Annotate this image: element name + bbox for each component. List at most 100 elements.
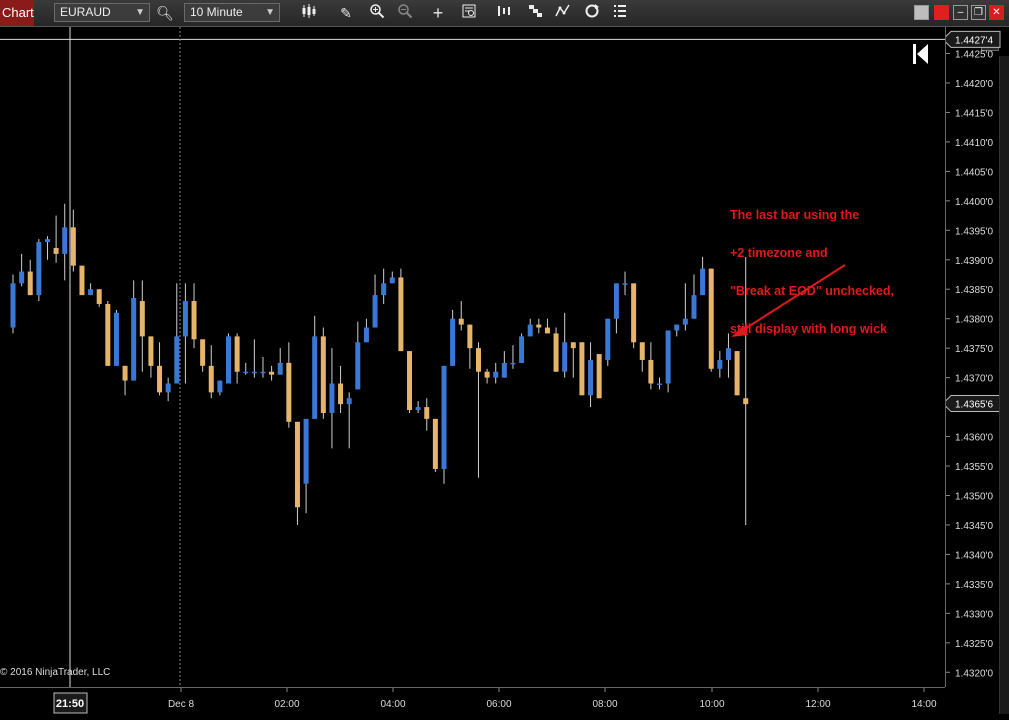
time-axis[interactable]: Dec 8 02:00 04:00 06:00 08:00 10:00 12:00 14:00… [0,687,945,715]
zoom-out-icon[interactable] [395,3,415,23]
candle-body [682,318,688,325]
crosshair-icon[interactable]: + [428,3,448,23]
candle-body [613,283,619,319]
price-label: 1.4320'0 [955,668,993,679]
candle [36,239,42,302]
candle [286,342,292,428]
candle-body [303,418,309,484]
candle [70,209,76,272]
candle [398,268,404,352]
candle-body [226,336,231,384]
candle [424,398,430,431]
candle-body [157,365,163,393]
price-label: 1.4425'0 [955,50,993,61]
candle-body [329,383,335,413]
candle-body [553,333,559,372]
candle [346,392,352,449]
candle [613,283,619,334]
candle [674,324,680,337]
candle-body [700,268,706,296]
price-label: 1.4395'0 [955,226,993,237]
candle-body [407,351,413,411]
pencil-draw-icon[interactable]: ✎ [336,3,356,23]
indicators-icon[interactable] [553,3,573,23]
candle-body [36,242,42,296]
price-axis[interactable]: 1.4425'0 1.4420'0 1.4415'0 1.4410'0 1.4405'0… [942,27,1001,687]
candle [700,256,706,296]
price-label: 1.4420'0 [955,79,993,90]
zoom-in-icon[interactable] [367,3,387,23]
reload-icon[interactable] [582,3,602,23]
candle-body [562,342,568,372]
price-label: 1.4405'0 [955,167,993,178]
minimize-icon[interactable]: – [953,5,968,20]
candle [596,354,602,399]
search-icon[interactable]: 🔍︎ [155,3,175,23]
color-swatch-grey[interactable] [914,5,929,20]
price-label: 1.4415'0 [955,108,993,119]
candle [588,342,594,408]
candle [501,351,507,378]
candle-body [389,277,395,284]
price-label: 1.4360'0 [955,433,993,444]
candle [208,345,214,399]
candle [484,368,490,384]
candle [441,365,447,484]
candle-body [269,371,275,375]
candle [19,253,25,287]
candle [372,274,378,328]
candle [467,324,473,369]
data-box-icon[interactable] [459,3,479,23]
candle [226,333,231,384]
price-label: 1.4335'0 [955,580,993,591]
candle [475,342,481,478]
candle [570,342,576,378]
candle [139,280,145,372]
chart-trader-icon[interactable] [525,3,545,23]
candle [131,280,137,381]
bar-spacing-icon[interactable] [494,3,514,23]
vertical-scrollbar[interactable] [999,56,1009,714]
time-axis-labels: Dec 8 02:00 04:00 06:00 08:00 10:00 12:00 14:00… [53,688,937,714]
candle-body [131,298,137,381]
candle [148,336,154,378]
candle [648,342,654,390]
price-label: 1.4370'0 [955,374,993,385]
candle-body [381,283,387,296]
candle-body [113,312,119,366]
candle [53,215,59,263]
instrument-selector[interactable]: EURAUD ▼ [54,3,150,22]
candle-body [501,362,507,378]
candle-body [208,365,214,393]
candle-body [493,371,499,378]
maximize-icon[interactable]: ❐ [971,5,986,20]
candle-body [674,324,680,331]
candle-body [424,407,430,419]
candle-body [243,371,249,374]
color-swatch-red[interactable] [934,5,949,20]
candle-body [96,289,102,304]
svg-text:1.4427'4: 1.4427'4 [955,35,993,46]
candle [62,203,68,281]
candle-body [648,359,654,384]
candle-body [346,398,352,405]
candle [553,327,559,372]
candlestick-style-icon[interactable] [299,3,319,23]
chart-tab[interactable]: Chart [0,0,34,26]
candle-body [27,271,33,296]
candle-body [579,342,585,396]
candle [312,315,318,419]
time-label: 10:00 [699,699,724,710]
interval-selector[interactable]: 10 Minute ▼ [184,3,280,22]
close-icon[interactable]: ✕ [989,5,1004,20]
candle-body [19,271,25,284]
candle [355,321,361,390]
candle-body [570,342,576,349]
price-label: 1.4380'0 [955,315,993,326]
candle [363,318,369,343]
candle-body [596,354,602,399]
candle-body [657,383,662,386]
candle [303,418,309,514]
properties-list-icon[interactable] [610,3,630,23]
candle [519,333,525,363]
